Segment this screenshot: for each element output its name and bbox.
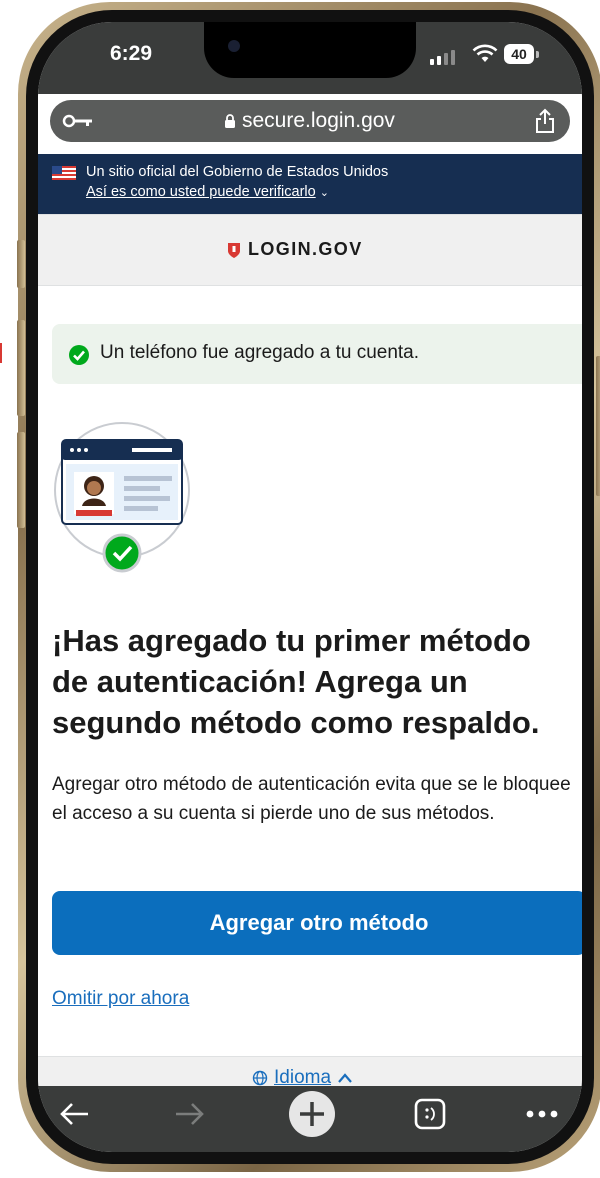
battery-tip [536, 51, 539, 58]
verify-link[interactable]: Así es como usted puede verificarlo ⌄ [86, 184, 329, 200]
silent-switch [17, 240, 25, 288]
url-text[interactable]: secure.login.gov [242, 109, 395, 133]
address-bar[interactable]: secure.login.gov [50, 100, 570, 142]
chevron-up-icon [338, 1073, 352, 1083]
new-tab-plus-icon[interactable] [288, 1090, 336, 1138]
dynamic-island [204, 22, 416, 78]
share-icon[interactable] [534, 108, 556, 134]
tabs-icon[interactable] [412, 1096, 448, 1132]
back-arrow-icon[interactable] [56, 1096, 92, 1132]
lock-icon [225, 114, 235, 128]
wifi-icon [472, 44, 498, 62]
status-time: 6:29 [110, 42, 153, 65]
gov-banner: Un sitio oficial del Gobierno de Estados… [38, 154, 582, 214]
check-circle-icon [69, 345, 89, 365]
phone-screen: 6:29 40 secure.login.gov Un sitio oficia… [38, 22, 582, 1152]
skip-link[interactable]: Omitir por ahora [52, 988, 189, 1010]
page-heading: ¡Has agregado tu primer método de autent… [52, 623, 540, 740]
chevron-down-icon: ⌄ [319, 187, 329, 199]
add-another-method-button[interactable]: Agregar otro método [52, 891, 582, 955]
id-card-illustration [54, 422, 190, 573]
success-alert: Un teléfono fue agregado a tu cuenta. [52, 324, 582, 384]
power-button [596, 356, 600, 496]
page-footer: Idioma [38, 1056, 582, 1088]
forward-arrow-icon[interactable] [172, 1096, 208, 1132]
alert-message: Un teléfono fue agregado a tu cuenta. [100, 342, 420, 363]
logo-text: LOGIN.GOV [248, 239, 363, 259]
description-text: Agregar otro método de autenticación evi… [52, 774, 571, 824]
volume-down-button [17, 432, 25, 528]
official-site-text: Un sitio oficial del Gobierno de Estados… [86, 164, 389, 180]
edge-marker [0, 343, 2, 363]
volume-up-button [17, 320, 25, 416]
us-flag-icon [52, 166, 76, 180]
more-menu-icon[interactable] [522, 1096, 562, 1132]
verify-link-label: Así es como usted puede verificarlo [86, 184, 316, 200]
login-gov-logo[interactable]: LOGIN.GOV [226, 239, 363, 260]
battery-icon: 40 [504, 44, 534, 64]
key-icon[interactable] [62, 112, 94, 130]
site-header: LOGIN.GOV [38, 214, 582, 286]
cellular-signal-icon [430, 50, 455, 65]
camera-icon [228, 40, 240, 52]
globe-icon [252, 1070, 268, 1086]
shield-icon [228, 242, 240, 258]
browser-toolbar [38, 1086, 582, 1152]
status-bar: 6:29 40 [38, 22, 582, 94]
